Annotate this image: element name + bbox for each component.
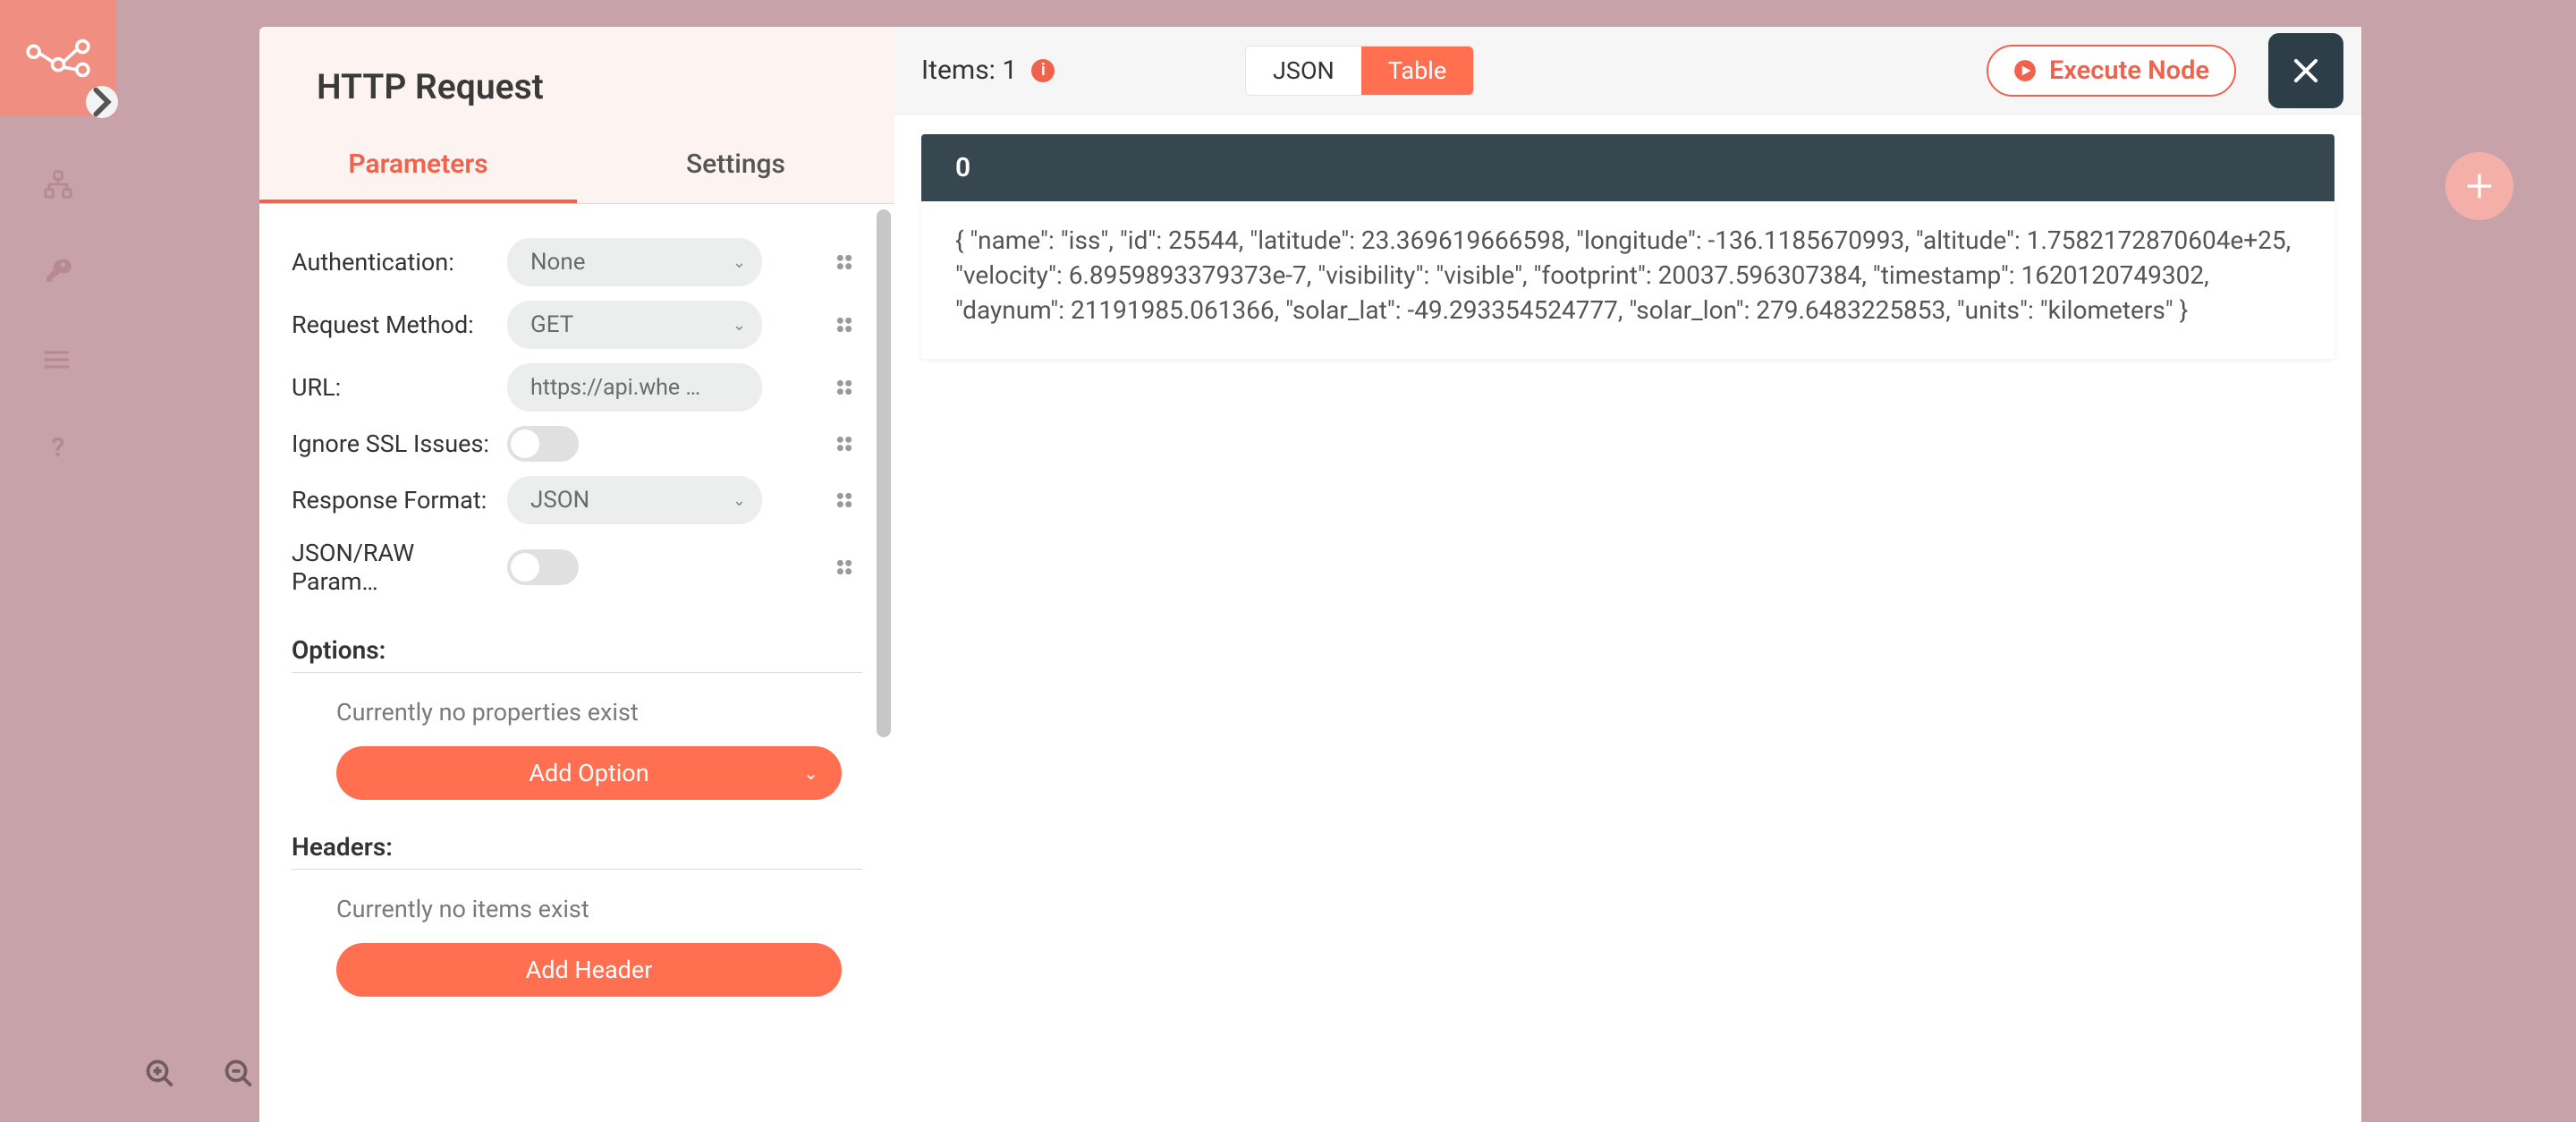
tab-parameters[interactable]: Parameters bbox=[259, 129, 577, 203]
divider bbox=[292, 869, 862, 870]
execute-node-button[interactable]: Execute Node bbox=[1987, 45, 2236, 97]
parameters-scroll: Authentication: None ⌄ Request Method: bbox=[259, 204, 894, 1122]
plus-icon bbox=[2462, 168, 2497, 204]
close-icon bbox=[2289, 54, 2323, 88]
label-response-format: Response Format: bbox=[292, 486, 493, 514]
tab-settings[interactable]: Settings bbox=[577, 129, 894, 203]
node-editor-modal: HTTP Request Parameters Settings Authent… bbox=[259, 27, 2361, 1122]
n8n-logo-icon bbox=[26, 37, 90, 80]
view-table-button[interactable]: Table bbox=[1361, 47, 1473, 95]
zoom-in-button[interactable] bbox=[139, 1052, 182, 1095]
view-mode-toggle: JSON Table bbox=[1245, 46, 1474, 96]
param-url: URL: https://api.whe … bbox=[292, 356, 862, 419]
info-icon[interactable]: i bbox=[1031, 59, 1055, 82]
add-header-button[interactable]: Add Header bbox=[336, 943, 842, 997]
options-title: Options: bbox=[292, 635, 862, 665]
param-request-method: Request Method: GET ⌄ bbox=[292, 293, 862, 356]
gear-icon[interactable] bbox=[826, 431, 862, 456]
chevron-right-icon bbox=[86, 81, 118, 123]
left-sidebar: ? bbox=[0, 0, 116, 1122]
gear-icon[interactable] bbox=[826, 312, 862, 337]
label-authentication: Authentication: bbox=[292, 248, 493, 276]
app-logo[interactable] bbox=[0, 0, 116, 116]
chevron-down-icon: ⌄ bbox=[733, 316, 746, 335]
sidebar-nav: ? bbox=[0, 116, 116, 465]
label-url: URL: bbox=[292, 373, 493, 402]
output-data-area: 0 { "name": "iss", "id": 25544, "latitud… bbox=[894, 115, 2361, 378]
right-header: Items: 1 i JSON Table Execute Node bbox=[894, 27, 2361, 115]
gear-icon[interactable] bbox=[826, 555, 862, 580]
svg-text:?: ? bbox=[52, 434, 65, 461]
add-node-button[interactable] bbox=[2445, 152, 2513, 220]
chevron-down-icon: ⌄ bbox=[733, 491, 746, 510]
options-empty-text: Currently no properties exist bbox=[292, 698, 862, 727]
chevron-down-icon: ⌄ bbox=[803, 762, 818, 784]
gear-icon[interactable] bbox=[826, 250, 862, 275]
label-request-method: Request Method: bbox=[292, 310, 493, 339]
headers-title: Headers: bbox=[292, 832, 862, 862]
chevron-down-icon: ⌄ bbox=[733, 253, 746, 272]
modal-tabs: Parameters Settings bbox=[259, 129, 894, 204]
help-icon[interactable]: ? bbox=[40, 429, 76, 465]
gear-icon[interactable] bbox=[826, 375, 862, 400]
canvas-controls bbox=[139, 1052, 260, 1095]
add-option-button[interactable]: Add Option ⌄ bbox=[336, 746, 842, 800]
param-ignore-ssl: Ignore SSL Issues: bbox=[292, 419, 862, 469]
select-authentication[interactable]: None ⌄ bbox=[507, 238, 762, 286]
param-json-raw: JSON/RAW Param… bbox=[292, 531, 862, 603]
credentials-icon[interactable] bbox=[40, 254, 76, 290]
toggle-json-raw[interactable] bbox=[507, 549, 579, 585]
play-icon bbox=[2013, 59, 2037, 82]
executions-icon[interactable] bbox=[40, 342, 76, 378]
label-ignore-ssl: Ignore SSL Issues: bbox=[292, 429, 493, 458]
items-count: Items: 1 i bbox=[921, 55, 1055, 86]
output-json-body[interactable]: { "name": "iss", "id": 25544, "latitude"… bbox=[921, 201, 2334, 359]
headers-empty-text: Currently no items exist bbox=[292, 895, 862, 923]
close-modal-button[interactable] bbox=[2268, 33, 2343, 108]
divider bbox=[292, 672, 862, 673]
input-url[interactable]: https://api.whe … bbox=[507, 363, 762, 412]
modal-right-panel: Items: 1 i JSON Table Execute Node 0 { "… bbox=[894, 27, 2361, 1122]
gear-icon[interactable] bbox=[826, 488, 862, 513]
select-request-method[interactable]: GET ⌄ bbox=[507, 301, 762, 349]
node-title: HTTP Request bbox=[259, 27, 894, 129]
param-response-format: Response Format: JSON ⌄ bbox=[292, 469, 862, 531]
output-index-header[interactable]: 0 bbox=[921, 134, 2334, 201]
modal-left-panel: HTTP Request Parameters Settings Authent… bbox=[259, 27, 894, 1122]
toggle-ignore-ssl[interactable] bbox=[507, 426, 579, 462]
param-authentication: Authentication: None ⌄ bbox=[292, 231, 862, 293]
label-json-raw: JSON/RAW Param… bbox=[292, 539, 493, 596]
view-json-button[interactable]: JSON bbox=[1246, 47, 1361, 95]
select-response-format[interactable]: JSON ⌄ bbox=[507, 476, 762, 524]
scrollbar[interactable] bbox=[877, 209, 891, 737]
zoom-out-button[interactable] bbox=[217, 1052, 260, 1095]
sidebar-collapse-button[interactable] bbox=[86, 86, 118, 118]
workflows-icon[interactable] bbox=[40, 166, 76, 202]
